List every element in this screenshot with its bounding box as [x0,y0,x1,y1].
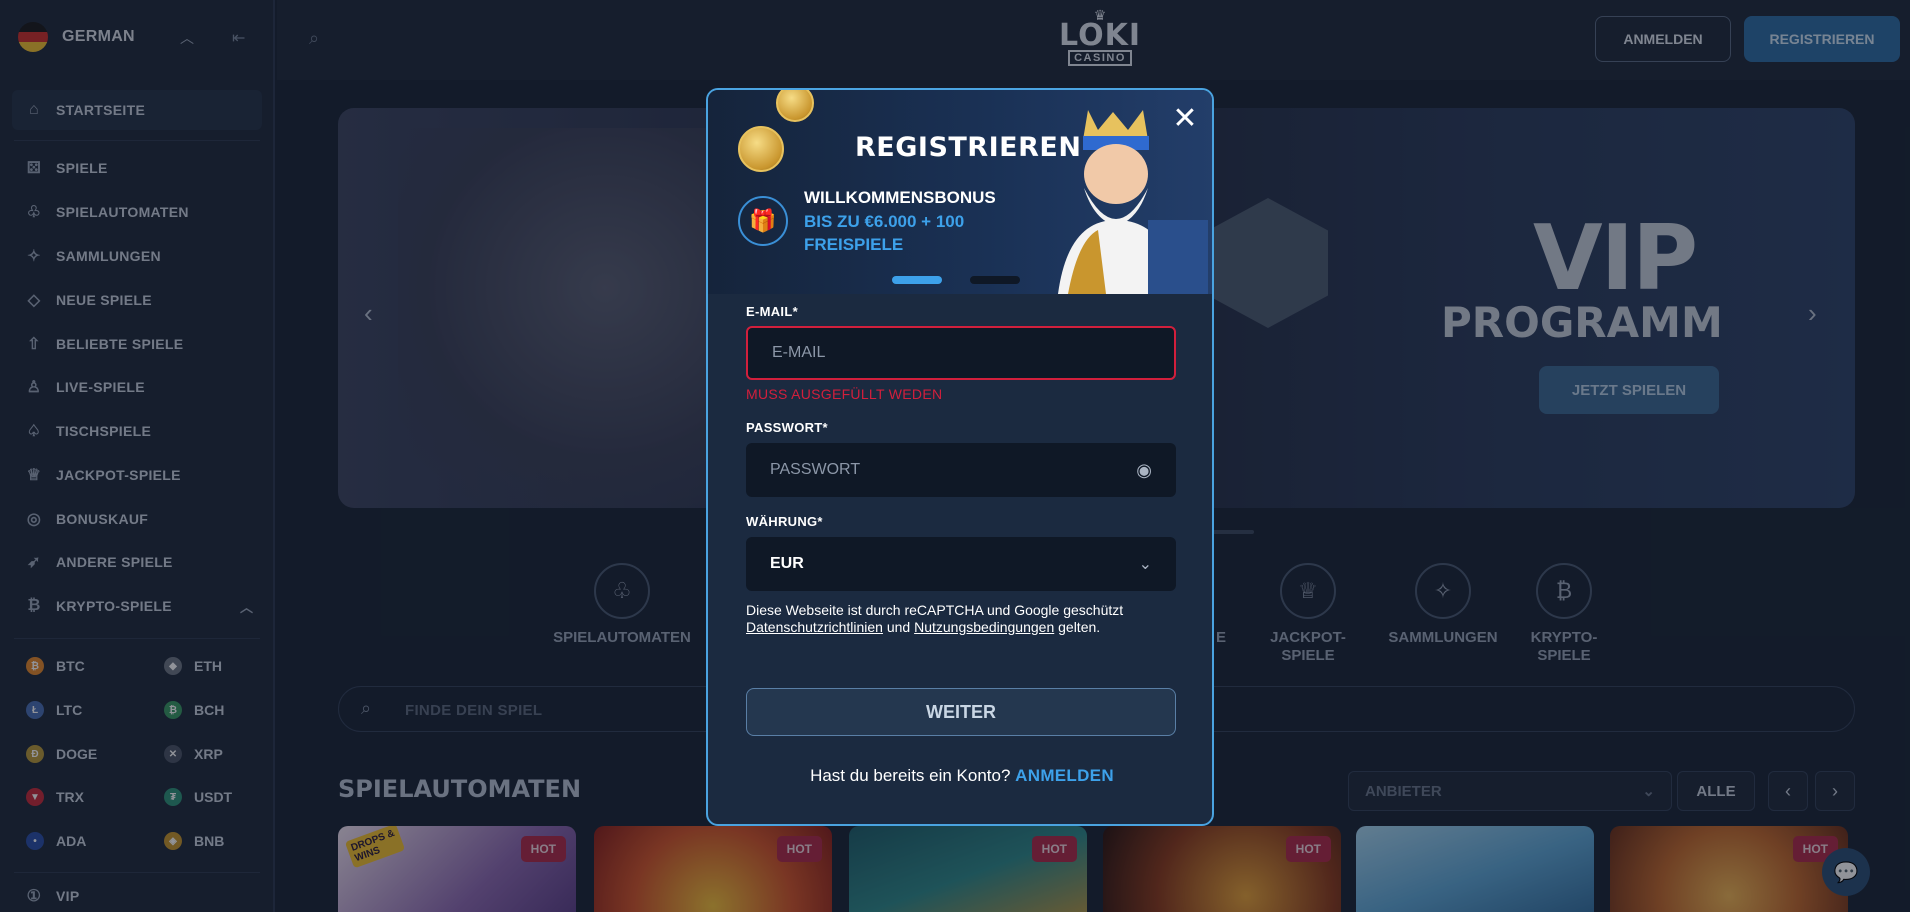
recaptcha-suffix: gelten. [1058,619,1101,635]
currency-label: WÄHRUNG* [746,514,823,529]
recaptcha-notice: Diese Webseite ist durch reCAPTCHA und G… [746,602,1186,636]
email-label: E-MAIL* [746,304,798,319]
slide-indicator-active[interactable] [892,276,942,284]
currency-value: EUR [770,555,804,572]
gold-coin-icon [738,126,784,172]
terms-link[interactable]: Nutzungsbedingungen [914,619,1054,635]
email-error-text: MUSS AUSGEFÜLLT WEDEN [746,386,943,402]
bitcoin-coin-icon [776,90,814,122]
modal-header-banner: REGISTRIEREN 🎁 WILLKOMMENSBONUS BIS ZU €… [708,90,1212,294]
login-link[interactable]: ANMELDEN [1015,766,1114,785]
email-field[interactable] [772,344,1150,362]
slide-indicator[interactable] [970,276,1020,284]
password-label: PASSWORT* [746,420,828,435]
password-field[interactable] [770,461,1137,479]
recaptcha-and: und [886,619,911,635]
eye-icon[interactable]: ◉ [1136,460,1152,481]
have-account-text: Hast du bereits ein Konto? [810,766,1011,785]
gift-icon: 🎁 [738,196,788,246]
bonus-amount: BIS ZU €6.000 + 100 FREISPIELE [804,212,965,254]
privacy-policy-link[interactable]: Datenschutzrichtlinien [746,619,883,635]
recaptcha-text: Diese Webseite ist durch reCAPTCHA und G… [746,602,1124,618]
currency-select[interactable]: EUR ⌄ [746,537,1176,591]
password-field-wrapper: ◉ [746,443,1176,497]
login-prompt: Hast du bereits ein Konto? ANMELDEN [708,766,1212,786]
register-modal: REGISTRIEREN 🎁 WILLKOMMENSBONUS BIS ZU €… [706,88,1214,826]
continue-button[interactable]: WEITER [746,688,1176,736]
bonus-title: WILLKOMMENSBONUS [804,188,996,207]
chevron-down-icon: ⌄ [1138,556,1152,573]
email-field-wrapper [746,326,1176,380]
close-icon[interactable]: ✕ [1168,102,1202,136]
